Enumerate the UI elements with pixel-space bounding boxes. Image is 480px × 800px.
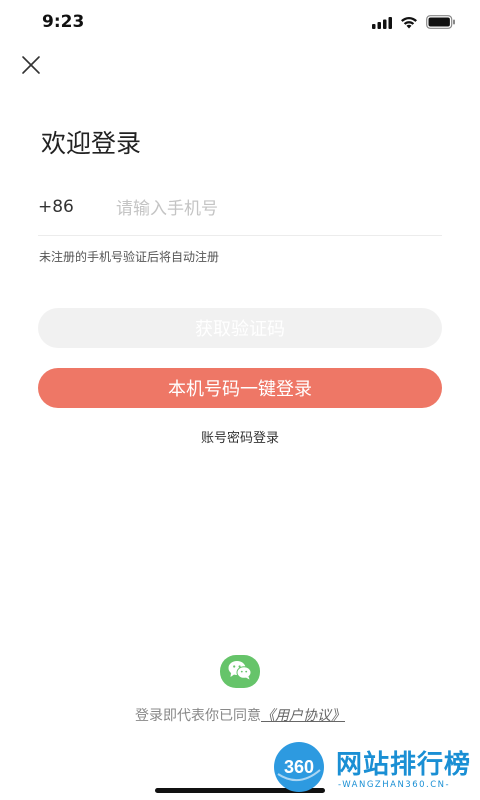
close-button[interactable]: [18, 52, 44, 78]
agreement-text: 登录即代表你已同意《用户协议》: [0, 705, 480, 725]
get-code-button[interactable]: 获取验证码: [38, 308, 442, 348]
phone-input-row: +86: [38, 188, 442, 236]
status-icons: [372, 14, 456, 33]
watermark: 360 网站排行榜 -WANGZHAN360.CN-: [268, 738, 480, 800]
status-time: 9:23: [42, 12, 85, 32]
get-code-label: 获取验证码: [195, 319, 285, 340]
country-code[interactable]: +86: [38, 197, 74, 217]
watermark-logo-icon: 360: [272, 740, 326, 794]
user-agreement-link[interactable]: 《用户协议》: [261, 708, 345, 724]
auto-register-hint: 未注册的手机号验证后将自动注册: [39, 250, 220, 264]
watermark-subtitle: -WANGZHAN360.CN-: [338, 780, 451, 790]
password-login-link[interactable]: 账号密码登录: [0, 427, 480, 446]
page-title: 欢迎登录: [41, 129, 142, 158]
one-key-login-button[interactable]: 本机号码一键登录: [38, 368, 442, 408]
signal-icon: [372, 14, 392, 33]
watermark-title: 网站排行榜: [336, 750, 472, 780]
phone-number-input[interactable]: [116, 192, 436, 226]
status-bar: 9:23: [0, 0, 480, 44]
close-icon: [18, 56, 44, 82]
one-key-login-label: 本机号码一键登录: [168, 379, 312, 400]
wechat-icon: [227, 659, 253, 685]
wechat-login-button[interactable]: [220, 655, 260, 688]
battery-icon: [426, 14, 456, 33]
agreement-prefix: 登录即代表你已同意: [135, 708, 261, 724]
wifi-icon: [400, 14, 418, 33]
watermark-logo-text: 360: [284, 757, 314, 777]
